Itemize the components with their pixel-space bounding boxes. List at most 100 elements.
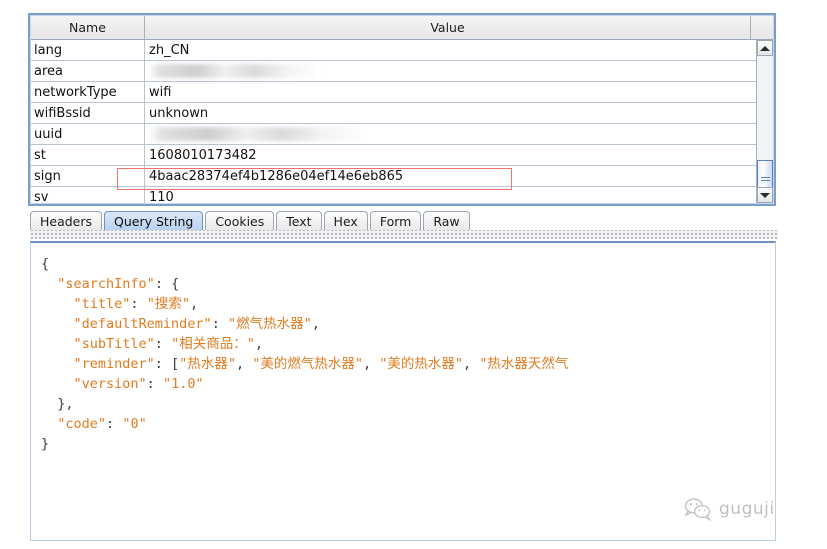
json-token: } xyxy=(41,436,50,452)
table-row[interactable]: wifiBssid unknown xyxy=(31,103,773,124)
json-token: "title" xyxy=(73,296,131,312)
param-name-cell: lang xyxy=(31,40,145,60)
tab-query-string[interactable]: Query String xyxy=(104,211,204,230)
param-value-cell xyxy=(145,124,773,144)
json-token: , xyxy=(254,336,263,352)
json-token: : xyxy=(154,336,172,352)
table-body: lang zh_CN area networkType wifi wifiBssid unk… xyxy=(31,40,773,204)
json-token: , xyxy=(189,296,199,312)
tab-cookies[interactable]: Cookies xyxy=(205,211,275,230)
json-token: : xyxy=(211,316,228,332)
watermark: guguji xyxy=(683,497,775,521)
param-name-cell: st xyxy=(31,145,145,165)
json-token: "相关商品：" xyxy=(171,336,255,352)
redacted-value xyxy=(149,127,364,141)
detail-tab-bar: Headers Query String Cookies Text Hex Form Raw xyxy=(30,210,778,230)
json-token: "1.0" xyxy=(162,376,204,392)
json-line: "defaultReminder": "燃气热水器", xyxy=(41,314,568,334)
wechat-icon xyxy=(684,498,712,521)
param-value-cell xyxy=(145,61,773,81)
json-line: "version": "1.0" xyxy=(41,374,568,394)
tab-hex[interactable]: Hex xyxy=(323,211,368,230)
param-value-cell: wifi xyxy=(149,84,172,100)
scroll-down-button[interactable] xyxy=(757,187,773,203)
panel-splitter[interactable] xyxy=(30,230,778,239)
arrow-down-icon xyxy=(760,192,770,198)
json-token: : { xyxy=(154,276,180,292)
json-token: "reminder" xyxy=(73,356,155,372)
json-token: "热水器天然气 xyxy=(479,356,569,372)
json-token: "热水器" xyxy=(179,356,236,372)
json-token: "0" xyxy=(122,416,147,432)
table-row[interactable]: uuid xyxy=(31,124,773,145)
json-line: } xyxy=(41,434,568,454)
tab-headers[interactable]: Headers xyxy=(30,211,103,230)
json-token: , xyxy=(235,356,253,372)
json-line: "searchInfo": { xyxy=(41,274,568,294)
json-line: "subTitle": "相关商品：", xyxy=(41,334,568,354)
json-line: "reminder": ["热水器", "美的燃气热水器", "美的热水器", … xyxy=(41,354,569,374)
json-token: : xyxy=(146,376,163,392)
json-token: "searchInfo" xyxy=(57,276,155,292)
params-table-panel: Name Value lang zh_CN area networkType wifi w… xyxy=(28,13,776,206)
json-token: "美的燃气热水器" xyxy=(252,356,363,372)
param-name-cell: area xyxy=(31,61,145,81)
param-name-cell: uuid xyxy=(31,124,145,144)
param-value-cell: zh_CN xyxy=(149,42,190,58)
table-row[interactable]: st 1608010173482 xyxy=(31,145,773,166)
json-token: "version" xyxy=(73,376,147,392)
param-name-cell: networkType xyxy=(31,82,145,102)
scrollbar-grip-line xyxy=(760,177,770,178)
param-name-cell: sv xyxy=(31,187,145,203)
scrollbar-track[interactable] xyxy=(757,56,773,198)
json-token: : xyxy=(130,296,147,312)
params-table: Name Value lang zh_CN area networkType wifi w… xyxy=(30,15,774,204)
json-token: , xyxy=(463,356,480,372)
table-vertical-scrollbar[interactable] xyxy=(756,40,773,203)
tab-form[interactable]: Form xyxy=(369,211,422,230)
scrollbar-grip-line xyxy=(760,180,770,181)
response-body-panel[interactable]: { "searchInfo": { "title": "搜索", "defaul… xyxy=(30,241,776,541)
json-token: "燃气热水器" xyxy=(227,316,312,332)
param-name-cell: wifiBssid xyxy=(31,103,145,123)
table-row[interactable]: sv 110 xyxy=(31,187,773,204)
arrow-up-icon xyxy=(760,45,770,51)
table-row[interactable]: lang zh_CN xyxy=(31,40,773,61)
column-header-name[interactable]: Name xyxy=(31,16,145,39)
table-row[interactable]: networkType wifi xyxy=(31,82,773,103)
param-value-cell: 110 xyxy=(149,189,174,204)
column-header-value[interactable]: Value xyxy=(145,16,751,39)
param-name-cell: sign xyxy=(31,166,145,186)
table-row[interactable]: area xyxy=(31,61,773,82)
json-token: "美的热水器" xyxy=(379,356,464,372)
column-header-spacer xyxy=(751,16,773,39)
json-line: { xyxy=(41,254,568,274)
param-value-cell: 1608010173482 xyxy=(149,147,257,163)
json-token: }, xyxy=(41,396,74,412)
param-value-cell: 4baac28374ef4b1286e04ef14e6eb865 xyxy=(149,168,404,184)
table-row[interactable]: sign 4baac28374ef4b1286e04ef14e6eb865 xyxy=(31,166,773,187)
param-value-cell: unknown xyxy=(149,105,209,121)
json-token: "code" xyxy=(57,416,107,432)
json-body-text: { "searchInfo": { "title": "搜索", "defaul… xyxy=(41,254,568,454)
json-token: : xyxy=(106,416,123,432)
json-token: , xyxy=(362,356,380,372)
json-line: }, xyxy=(41,394,568,414)
json-line: "title": "搜索", xyxy=(41,294,568,314)
json-token: : [ xyxy=(154,356,180,372)
json-token: , xyxy=(311,316,320,332)
tab-text[interactable]: Text xyxy=(276,211,322,230)
scroll-up-button[interactable] xyxy=(757,40,773,56)
json-line: "code": "0" xyxy=(41,414,568,434)
json-token: "subTitle" xyxy=(73,336,155,352)
watermark-label: guguji xyxy=(719,499,775,519)
table-header-row: Name Value xyxy=(31,16,773,40)
tab-raw[interactable]: Raw xyxy=(423,211,470,230)
